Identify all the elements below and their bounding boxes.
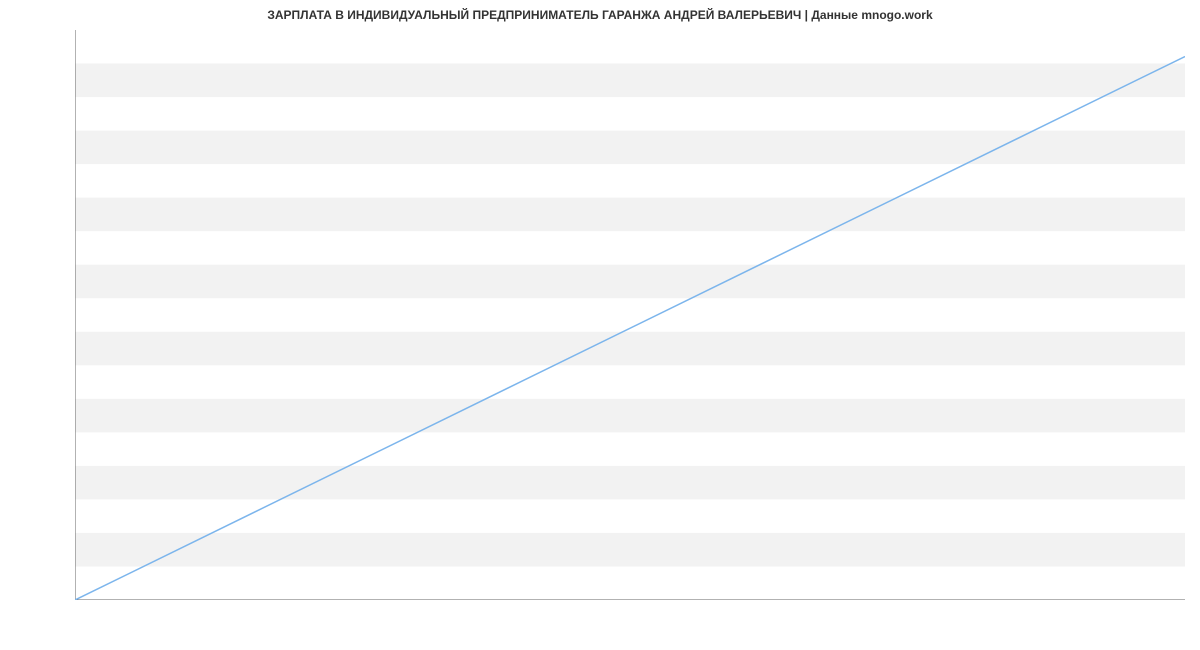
- chart-plot: 1600016200164001660016800170001720017400…: [75, 30, 1185, 600]
- chart-container: ЗАРПЛАТА В ИНДИВИДУАЛЬНЫЙ ПРЕДПРИНИМАТЕЛ…: [0, 0, 1200, 650]
- chart-title: ЗАРПЛАТА В ИНДИВИДУАЛЬНЫЙ ПРЕДПРИНИМАТЕЛ…: [0, 8, 1200, 22]
